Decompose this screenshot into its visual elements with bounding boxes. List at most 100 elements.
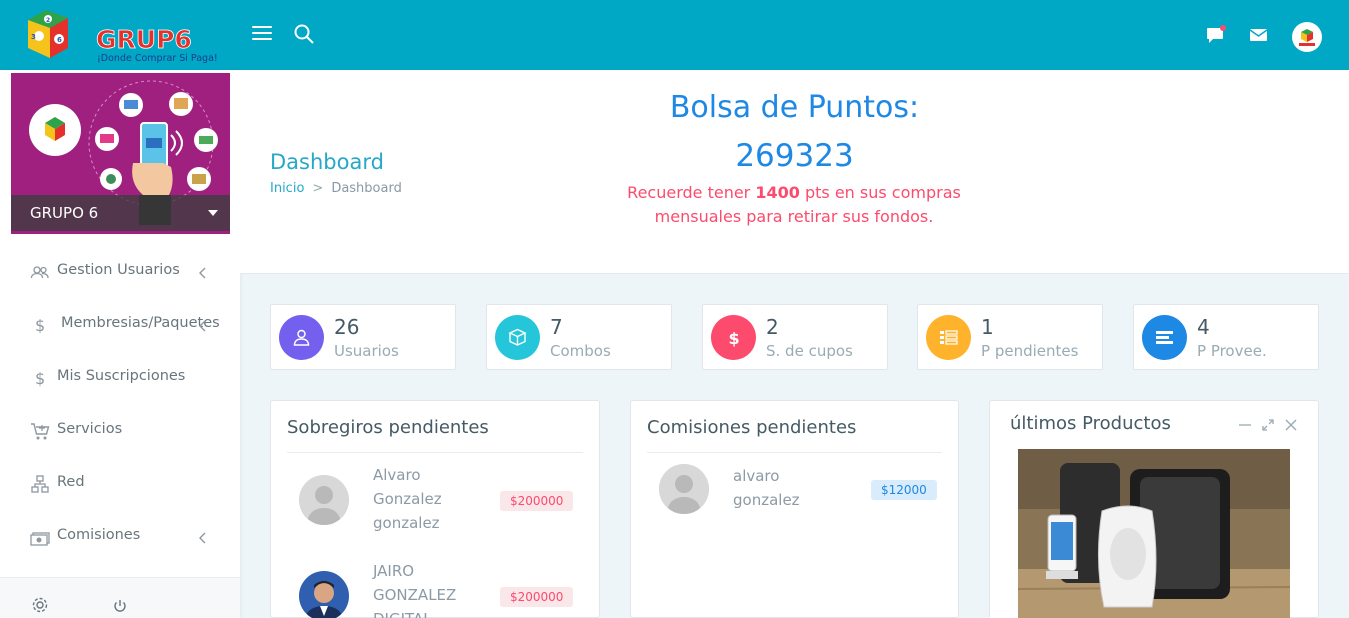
svg-text:$: $ xyxy=(35,316,45,335)
stat-card-usuarios[interactable]: 26 Usuarios xyxy=(270,304,456,370)
stat-card-combos[interactable]: 7 Combos xyxy=(486,304,672,370)
points-reminder-note: Recuerde tener 1400 pts en sus compras m… xyxy=(625,181,963,229)
card-title: Sobregiros pendientes xyxy=(287,417,489,438)
sidebar-item-servicios[interactable]: Servicios xyxy=(0,411,240,451)
note-points-required: 1400 xyxy=(755,183,800,202)
minimize-icon[interactable] xyxy=(1238,417,1252,431)
name-line: gonzalez xyxy=(373,514,440,532)
stat-value: 4 xyxy=(1197,315,1210,339)
chevron-left-icon xyxy=(198,530,208,544)
profile-card: GRUPO 6 xyxy=(11,73,230,234)
profile-name: GRUPO 6 xyxy=(30,204,99,222)
menu-icon[interactable] xyxy=(252,26,272,42)
name-line: GONZALEZ xyxy=(373,586,457,604)
chevron-down-icon xyxy=(208,210,218,216)
svg-text:6: 6 xyxy=(57,36,62,44)
breadcrumb-current: Dashboard xyxy=(331,181,402,196)
breadcrumb-home-link[interactable]: Inicio xyxy=(270,181,304,196)
money-icon xyxy=(30,527,50,547)
chat-icon[interactable] xyxy=(1205,24,1227,46)
dollar-icon: $ xyxy=(30,368,50,388)
search-icon[interactable] xyxy=(293,23,315,45)
card-controls xyxy=(1238,417,1302,435)
list-item-name: Alvaro Gonzalez gonzalez xyxy=(373,463,442,535)
chevron-left-icon xyxy=(198,318,208,332)
sidebar-item-label: Servicios xyxy=(57,421,123,437)
svg-text:$: $ xyxy=(35,369,45,388)
divider xyxy=(287,452,583,453)
stat-value: 2 xyxy=(766,315,779,339)
ultimos-productos-card: últimos Productos xyxy=(989,400,1319,618)
sidebar-item-membresias[interactable]: $ Membresias/Paquetes xyxy=(0,305,240,345)
stat-card-p-pendientes[interactable]: 1 P pendientes xyxy=(917,304,1103,370)
brand-logo[interactable]: 3 6 2 GRUP6 ¡Donde Comprar Si Paga! xyxy=(22,6,222,66)
power-icon[interactable] xyxy=(112,598,128,614)
name-line: JAIRO xyxy=(373,562,415,580)
sidebar-item-label: Comisiones xyxy=(57,527,141,543)
sidebar-item-label: Mis Suscripciones xyxy=(57,368,186,384)
sidebar-item-gestion-usuarios[interactable]: Gestion Usuarios xyxy=(0,252,240,292)
brand-wordmark: GRUP6 xyxy=(96,25,192,54)
stat-value: 1 xyxy=(981,315,994,339)
list-item-name: alvaro gonzalez xyxy=(733,464,800,512)
sidebar-item-mis-suscripciones[interactable]: $ Mis Suscripciones xyxy=(0,358,240,398)
stat-value: 26 xyxy=(334,315,360,339)
stat-label: Usuarios xyxy=(334,342,399,360)
avatar xyxy=(299,475,349,525)
user-icon xyxy=(279,315,324,360)
amount-badge: $200000 xyxy=(500,587,574,607)
profile-name-dropdown[interactable]: GRUPO 6 xyxy=(11,195,230,231)
points-bag-value: 269323 xyxy=(735,138,854,174)
breadcrumb: Inicio > Dashboard xyxy=(270,181,402,196)
cart-icon xyxy=(30,421,50,441)
stat-label: Combos xyxy=(550,342,611,360)
sidebar-item-comisiones[interactable]: Comisiones xyxy=(0,517,240,557)
sidebar-item-label: Red xyxy=(57,474,85,490)
box-icon xyxy=(495,315,540,360)
network-icon xyxy=(30,474,50,494)
list-icon xyxy=(926,315,971,360)
stat-card-cupos[interactable]: $ 2 S. de cupos xyxy=(702,304,888,370)
sidebar: GRUPO 6 Gestion Usuarios $ Membresias/Pa… xyxy=(0,70,240,618)
stat-label: P pendientes xyxy=(981,342,1079,360)
name-line: Gonzalez xyxy=(373,490,442,508)
points-bag-title: Bolsa de Puntos: xyxy=(669,90,920,125)
sidebar-item-label: Gestion Usuarios xyxy=(57,262,180,278)
stat-label: S. de cupos xyxy=(766,342,853,360)
sidebar-footer xyxy=(0,577,240,618)
name-line: alvaro xyxy=(733,467,780,485)
topbar: 3 6 2 GRUP6 ¡Donde Comprar Si Paga! xyxy=(0,0,1349,70)
amount-badge: $200000 xyxy=(500,491,574,511)
product-image[interactable] xyxy=(990,449,1290,618)
comisiones-card: Comisiones pendientes alvaro gonzalez $1… xyxy=(630,400,959,618)
stat-label: P Provee. xyxy=(1197,342,1267,360)
stat-value: 7 xyxy=(550,315,563,339)
dollar-icon: $ xyxy=(711,315,756,360)
list-icon xyxy=(1142,315,1187,360)
expand-icon[interactable] xyxy=(1261,417,1275,431)
dollar-icon: $ xyxy=(30,315,50,335)
card-title: últimos Productos xyxy=(1010,413,1171,434)
breadcrumb-separator-icon: > xyxy=(312,181,324,196)
brand-tagline: ¡Donde Comprar Si Paga! xyxy=(97,53,218,64)
svg-text:2: 2 xyxy=(46,17,50,24)
mail-icon[interactable] xyxy=(1248,24,1270,46)
divider xyxy=(647,452,942,453)
stat-card-p-proveedores[interactable]: 4 P Provee. xyxy=(1133,304,1319,370)
name-line: gonzalez xyxy=(733,491,800,509)
sobregiros-card: Sobregiros pendientes Alvaro Gonzalez go… xyxy=(270,400,600,618)
avatar xyxy=(659,464,709,514)
note-text-pre: Recuerde tener xyxy=(627,183,756,202)
svg-text:$: $ xyxy=(729,329,740,348)
name-line: Alvaro xyxy=(373,466,421,484)
close-icon[interactable] xyxy=(1284,417,1298,431)
users-icon xyxy=(30,262,50,282)
card-title: Comisiones pendientes xyxy=(647,417,857,438)
sidebar-item-red[interactable]: Red xyxy=(0,464,240,504)
settings-icon[interactable] xyxy=(31,596,49,614)
amount-badge: $12000 xyxy=(871,480,937,500)
name-line: DIGITAL xyxy=(373,607,456,618)
list-item-name: JAIRO GONZALEZ DIGITAL xyxy=(373,559,456,618)
user-avatar[interactable] xyxy=(1292,22,1322,52)
sidebar-item-label: Membresias/Paquetes xyxy=(61,315,220,331)
